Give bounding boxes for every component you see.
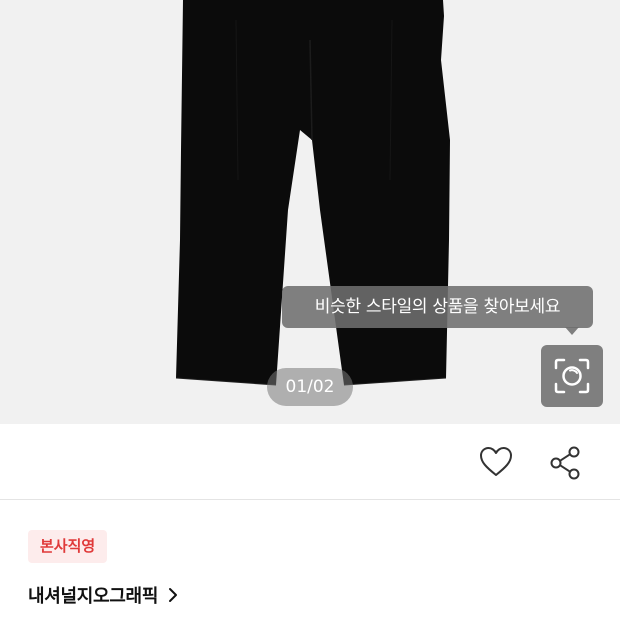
similar-style-tooltip: 비슷한 스타일의 상품을 찾아보세요 [282, 286, 593, 328]
tooltip-arrow [565, 327, 579, 335]
brand-link[interactable]: 내셔널지오그래픽 [28, 581, 178, 609]
chevron-right-icon [169, 588, 178, 602]
camera-search-icon [554, 358, 590, 394]
heart-icon[interactable] [478, 444, 514, 480]
product-action-bar [0, 424, 620, 500]
image-page-indicator: 01/02 [267, 368, 353, 406]
product-image-gallery[interactable]: 비슷한 스타일의 상품을 찾아보세요 01/02 [0, 0, 620, 424]
product-image-black-pants[interactable] [0, 0, 620, 424]
share-icon[interactable] [548, 445, 582, 481]
camera-search-button[interactable] [541, 345, 603, 407]
brand-name: 내셔널지오그래픽 [28, 586, 159, 607]
official-store-badge: 본사직영 [28, 530, 108, 563]
